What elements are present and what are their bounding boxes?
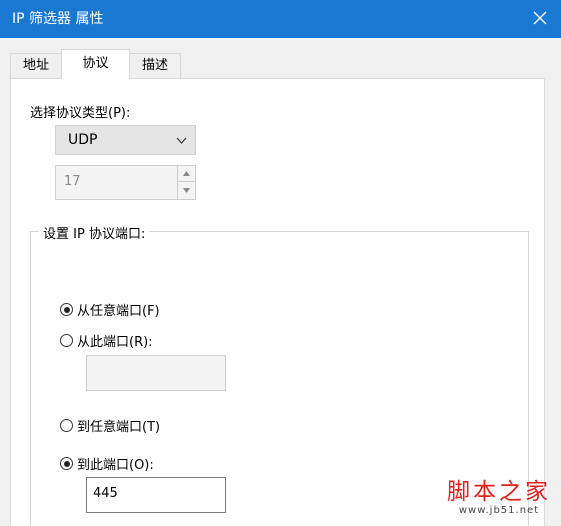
from-this-port-radio[interactable]: 从此端口(R): xyxy=(60,331,153,350)
protocol-tab-panel: 选择协议类型(P): UDP 17 设置 IP 协议端口: 从任意端口(F) 从… xyxy=(10,78,545,526)
to-this-port-label: 到此端口(O): xyxy=(77,458,154,473)
protocol-type-label: 选择协议类型(P): xyxy=(30,106,131,121)
watermark-title: 脚本之家 xyxy=(447,479,551,505)
from-any-port-label: 从任意端口(F) xyxy=(77,304,160,319)
caret-down-icon xyxy=(183,187,190,193)
watermark-url: www.jb51.net xyxy=(458,505,540,516)
from-this-port-label: 从此端口(R): xyxy=(77,335,153,350)
close-button[interactable] xyxy=(529,7,551,29)
tab-protocol[interactable]: 协议 xyxy=(61,49,130,79)
protocol-number-stepper[interactable]: 17 xyxy=(55,165,196,200)
protocol-type-select[interactable]: UDP xyxy=(55,125,196,155)
radio-unchecked-icon xyxy=(60,419,73,432)
title-bar: IP 筛选器 属性 xyxy=(0,0,561,38)
radio-checked-icon xyxy=(60,303,73,316)
protocol-number-value: 17 xyxy=(64,174,81,189)
port-group-label: 设置 IP 协议端口: xyxy=(39,223,150,242)
protocol-type-value: UDP xyxy=(68,132,98,148)
stepper-up-button[interactable] xyxy=(178,166,195,182)
to-any-port-radio[interactable]: 到任意端口(T) xyxy=(60,416,160,435)
radio-unchecked-icon xyxy=(60,334,73,347)
to-port-value: 445 xyxy=(93,486,118,501)
site-watermark: 脚本之家 www.jb51.net xyxy=(447,479,551,517)
caret-up-icon xyxy=(183,171,190,176)
to-any-port-label: 到任意端口(T) xyxy=(77,420,161,435)
to-port-input[interactable]: 445 xyxy=(86,477,226,513)
dialog-body: 地址 协议 描述 选择协议类型(P): UDP 17 设置 IP 协议端口: 从… xyxy=(0,38,561,526)
tab-description[interactable]: 描述 xyxy=(129,53,181,79)
stepper-down-button[interactable] xyxy=(178,182,195,198)
stepper-buttons xyxy=(177,166,195,199)
chevron-down-icon xyxy=(176,137,187,144)
from-port-input[interactable] xyxy=(86,355,226,391)
window-title: IP 筛选器 属性 xyxy=(12,11,104,27)
to-this-port-radio[interactable]: 到此端口(O): xyxy=(60,454,154,473)
from-any-port-radio[interactable]: 从任意端口(F) xyxy=(60,300,160,319)
radio-checked-icon xyxy=(60,457,73,470)
close-icon xyxy=(533,11,547,25)
tab-address[interactable]: 地址 xyxy=(10,53,62,79)
